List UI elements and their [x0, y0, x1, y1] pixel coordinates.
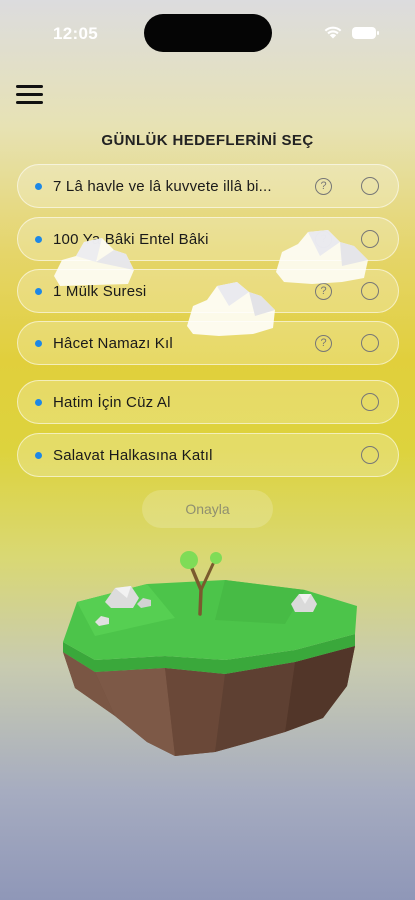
- radio-button[interactable]: [361, 446, 379, 464]
- status-bar: 12:05: [0, 0, 415, 60]
- cloud-icon: [54, 238, 134, 286]
- goal-label: 7 Lâ havle ve lâ kuvvete illâ bi...: [53, 178, 272, 195]
- bullet-icon: [35, 340, 42, 347]
- goal-item-hatim-cuz[interactable]: Hatim İçin Cüz Al: [17, 380, 399, 424]
- goal-label: Salavat Halkasına Katıl: [53, 447, 213, 464]
- radio-button[interactable]: [361, 393, 379, 411]
- wifi-icon: [324, 26, 342, 39]
- bullet-icon: [35, 236, 42, 243]
- info-icon[interactable]: ?: [315, 335, 332, 352]
- page-title: GÜNLÜK HEDEFLERİNİ SEÇ: [101, 132, 314, 149]
- bullet-icon: [35, 399, 42, 406]
- battery-icon: [352, 27, 379, 39]
- status-time: 12:05: [53, 24, 98, 43]
- goal-item-la-havle[interactable]: 7 Lâ havle ve lâ kuvvete illâ bi... ?: [17, 164, 399, 208]
- radio-button[interactable]: [361, 177, 379, 195]
- info-icon[interactable]: ?: [315, 178, 332, 195]
- goal-label: Hatim İçin Cüz Al: [53, 394, 171, 411]
- cloud-icon: [187, 282, 275, 336]
- cloud-icon: [276, 230, 368, 284]
- hamburger-menu-icon[interactable]: [14, 82, 46, 106]
- bullet-icon: [35, 288, 42, 295]
- dynamic-island: [144, 14, 272, 52]
- goal-item-salavat-halkasi[interactable]: Salavat Halkasına Katıl: [17, 433, 399, 477]
- bullet-icon: [35, 452, 42, 459]
- confirm-button[interactable]: Onayla: [142, 490, 273, 528]
- radio-button[interactable]: [361, 334, 379, 352]
- bullet-icon: [35, 183, 42, 190]
- floating-island-illustration: [63, 551, 357, 756]
